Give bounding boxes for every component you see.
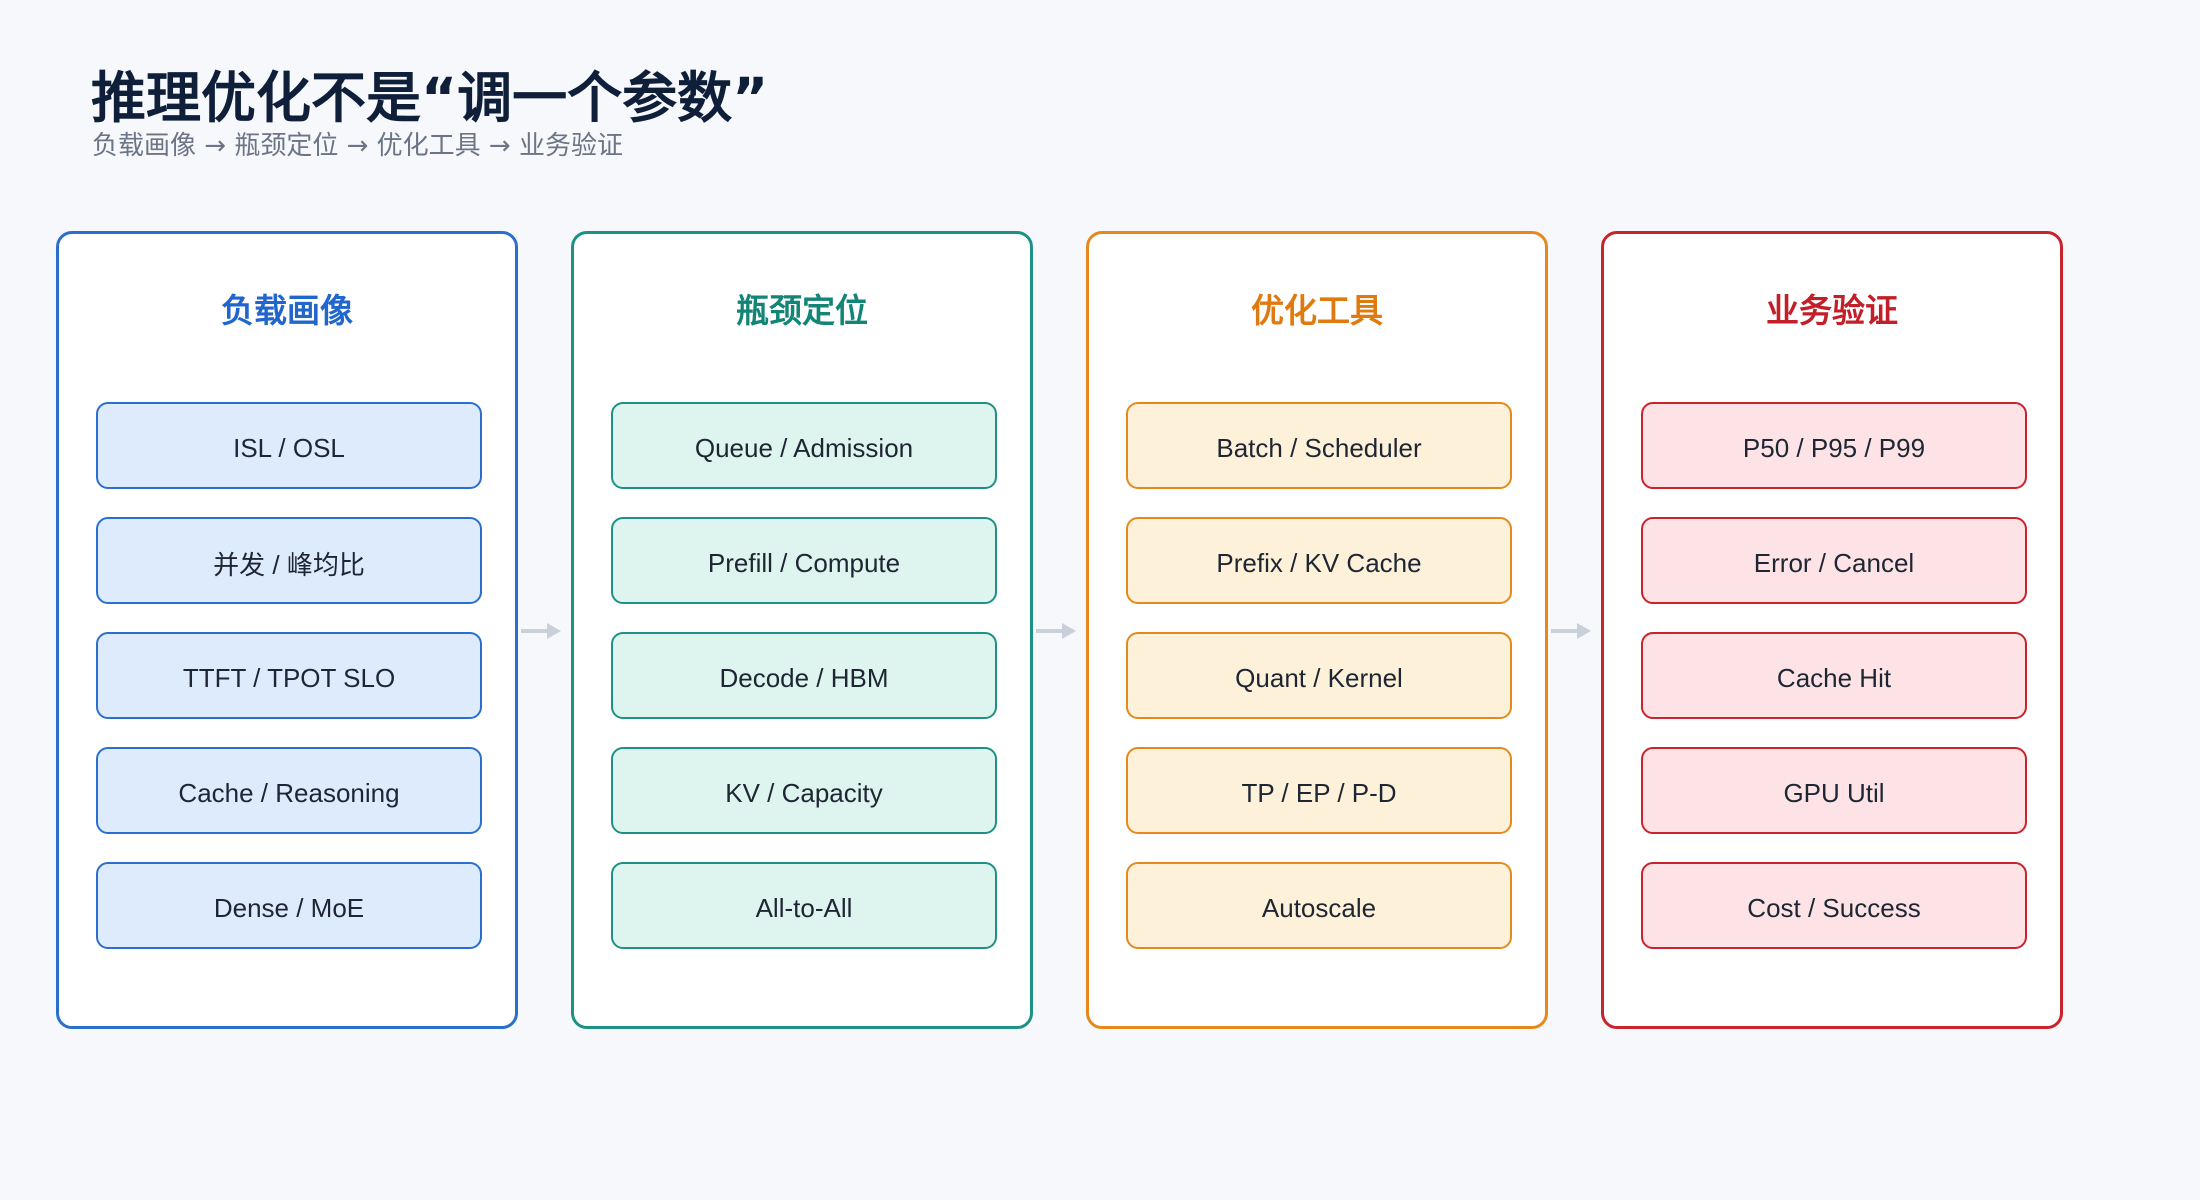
workload-item-cache-reasoning: Cache / Reasoning (96, 747, 482, 834)
validation-item-gpu-util: GPU Util (1641, 747, 2027, 834)
validation-item-cost-success: Cost / Success (1641, 862, 2027, 949)
validation-item-latency-percentiles: P50 / P95 / P99 (1641, 402, 2027, 489)
validation-item-error-cancel: Error / Cancel (1641, 517, 2027, 604)
column-business-validation: 业务验证 P50 / P95 / P99 Error / Cancel Cach… (1601, 231, 2063, 1029)
workload-item-concurrency: 并发 / 峰均比 (96, 517, 482, 604)
workload-item-slo: TTFT / TPOT SLO (96, 632, 482, 719)
tools-item-quant-kernel: Quant / Kernel (1126, 632, 1512, 719)
bottleneck-item-all-to-all: All-to-All (611, 862, 997, 949)
tools-item-prefix-kv-cache: Prefix / KV Cache (1126, 517, 1512, 604)
bottleneck-item-queue: Queue / Admission (611, 402, 997, 489)
workload-item-dense-moe: Dense / MoE (96, 862, 482, 949)
bottleneck-item-kv-capacity: KV / Capacity (611, 747, 997, 834)
tools-item-autoscale: Autoscale (1126, 862, 1512, 949)
tools-item-parallelism: TP / EP / P-D (1126, 747, 1512, 834)
arrow-right-icon (521, 623, 561, 639)
tools-item-batch-scheduler: Batch / Scheduler (1126, 402, 1512, 489)
arrow-right-icon (1036, 623, 1076, 639)
bottleneck-item-decode: Decode / HBM (611, 632, 997, 719)
workload-item-isl-osl: ISL / OSL (96, 402, 482, 489)
validation-item-cache-hit: Cache Hit (1641, 632, 2027, 719)
column-title: 优化工具 (1251, 291, 1383, 330)
arrow-right-icon (1551, 623, 1591, 639)
page-subtitle: 负载画像 → 瓶颈定位 → 优化工具 → 业务验证 (92, 131, 623, 161)
column-bottleneck-location: 瓶颈定位 Queue / Admission Prefill / Compute… (571, 231, 1033, 1029)
column-title: 负载画像 (221, 291, 353, 330)
bottleneck-item-prefill: Prefill / Compute (611, 517, 997, 604)
column-workload-profile: 负载画像 ISL / OSL 并发 / 峰均比 TTFT / TPOT SLO … (56, 231, 518, 1029)
column-optimization-tools: 优化工具 Batch / Scheduler Prefix / KV Cache… (1086, 231, 1548, 1029)
column-title: 业务验证 (1766, 291, 1898, 330)
column-title: 瓶颈定位 (736, 291, 868, 330)
